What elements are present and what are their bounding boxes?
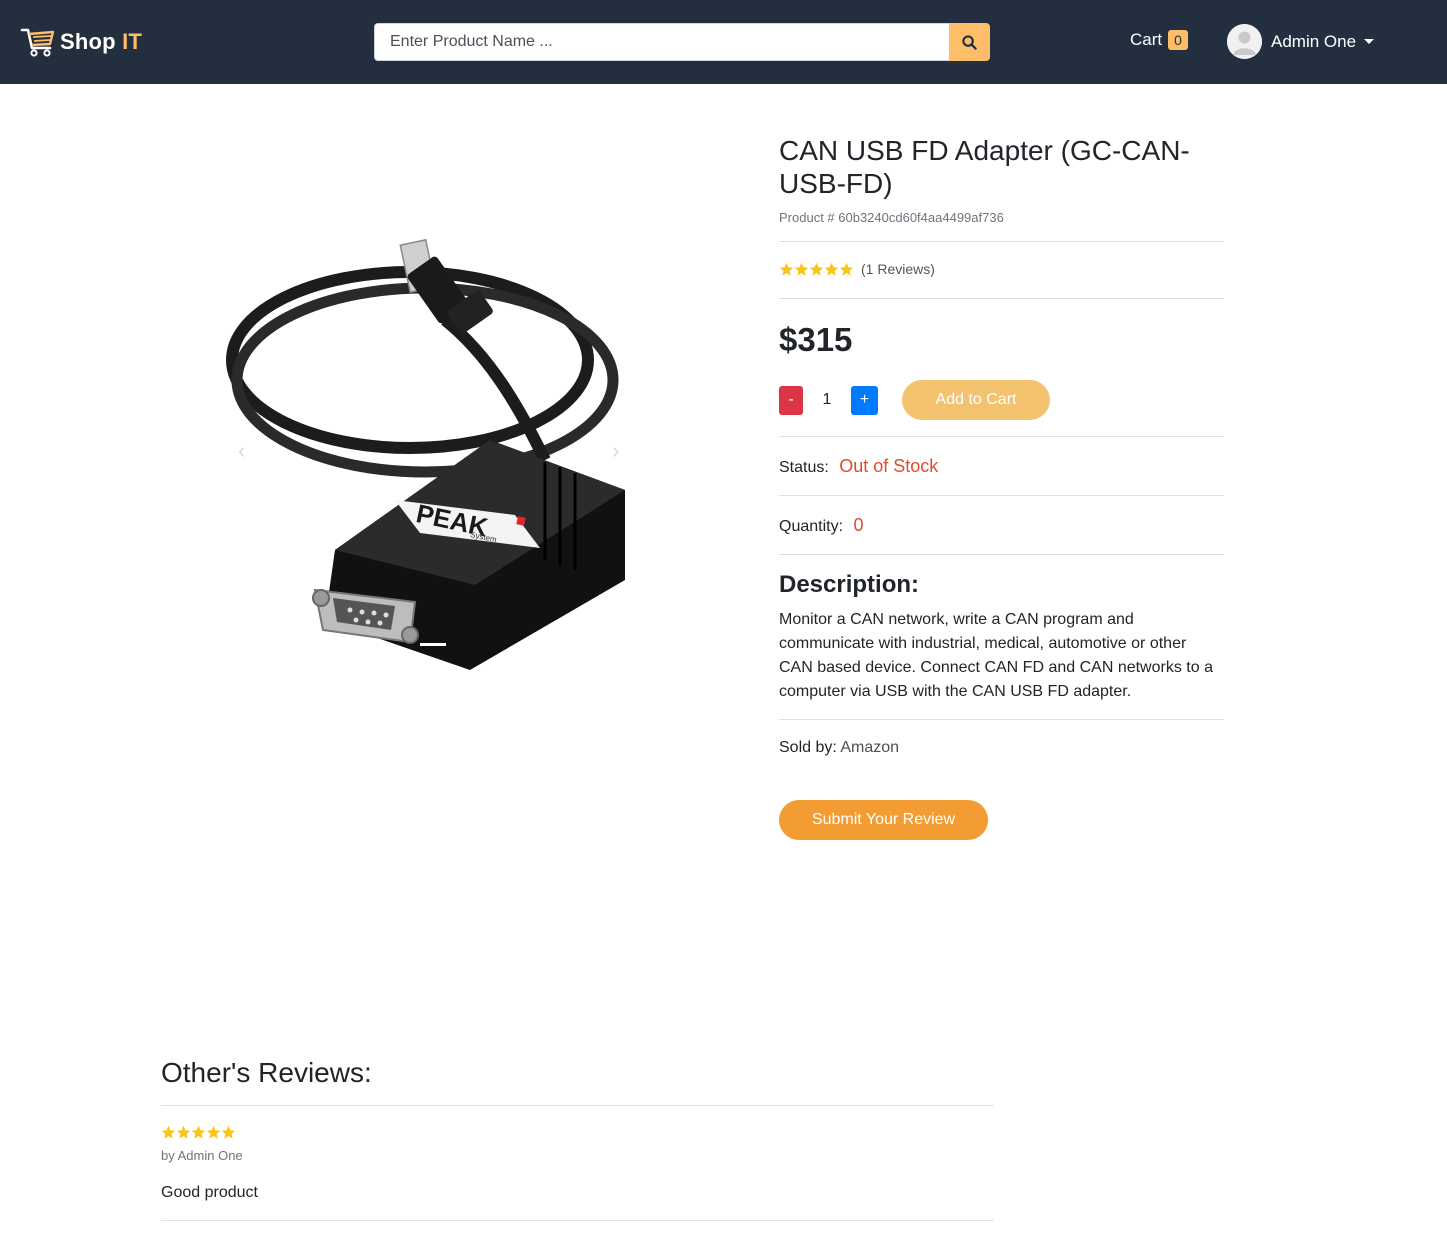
sold-by-label: Sold by: xyxy=(779,739,837,756)
product-id: Product # 60b3240cd60f4aa4499af736 xyxy=(779,210,1004,225)
star-icon xyxy=(176,1125,191,1139)
search-bar xyxy=(374,23,990,61)
star-icon xyxy=(794,262,809,276)
sold-by: Sold by: Amazon xyxy=(779,739,899,757)
user-name: Admin One xyxy=(1271,31,1357,51)
reviews-section: Other's Reviews: by Admin One Good produ… xyxy=(161,1057,994,1221)
product-details: CAN USB FD Adapter (GC-CAN-USB-FD) Produ… xyxy=(779,130,1224,840)
status-label: Status: xyxy=(779,459,829,476)
quantity-input[interactable] xyxy=(803,385,851,415)
search-input[interactable] xyxy=(374,23,949,61)
carousel-next-icon[interactable]: › xyxy=(612,438,619,464)
description-text: Monitor a CAN network, write a CAN progr… xyxy=(779,611,1213,700)
chevron-down-icon xyxy=(1364,39,1375,44)
search-icon xyxy=(962,34,977,50)
star-icon xyxy=(824,262,839,276)
increase-quantity-button[interactable]: + xyxy=(851,385,878,415)
divider xyxy=(779,554,1224,555)
review-comment: Good product xyxy=(161,1184,258,1201)
star-icon xyxy=(191,1125,206,1139)
divider xyxy=(779,298,1224,299)
user-avatar-icon xyxy=(1227,24,1262,59)
product-price: $315 xyxy=(779,321,853,358)
star-icon xyxy=(161,1125,176,1139)
star-icon xyxy=(206,1125,221,1139)
stock-quantity: Quantity: 0 xyxy=(779,515,864,536)
cart-link[interactable]: Cart 0 xyxy=(1130,30,1188,50)
description-heading: Description: xyxy=(779,571,920,598)
divider xyxy=(779,495,1224,496)
product-image: PEAK System xyxy=(226,238,625,670)
star-icon xyxy=(809,262,824,276)
review-rating-stars xyxy=(161,1125,236,1140)
rating-row: (1 Reviews) xyxy=(779,261,935,277)
carousel-prev-icon[interactable]: ‹ xyxy=(238,438,245,464)
avatar xyxy=(1227,24,1262,59)
cart-count-badge: 0 xyxy=(1168,30,1188,50)
divider xyxy=(161,1105,994,1106)
quantity-label: Quantity: xyxy=(779,518,844,535)
add-to-cart-button[interactable]: Add to Cart xyxy=(902,380,1050,420)
quantity-value: 0 xyxy=(853,515,864,535)
star-icon xyxy=(221,1125,236,1139)
quantity-stepper: - + Add to Cart xyxy=(779,380,1050,420)
product-title: CAN USB FD Adapter (GC-CAN-USB-FD) xyxy=(779,135,1190,199)
divider xyxy=(779,241,1224,242)
decrease-quantity-button[interactable]: - xyxy=(779,385,803,415)
user-menu-toggle[interactable]: Admin One xyxy=(1227,24,1375,59)
status-value: Out of Stock xyxy=(839,456,939,476)
stock-status: Status: Out of Stock xyxy=(779,456,938,477)
logo-text: Shop IT xyxy=(60,29,143,54)
review-author: by Admin One xyxy=(161,1148,243,1163)
navbar: Shop IT Cart 0 Admin One xyxy=(0,0,1447,84)
submit-review-button[interactable]: Submit Your Review xyxy=(779,800,988,840)
shopit-logo[interactable]: Shop IT xyxy=(20,24,142,60)
shopping-cart-icon xyxy=(20,28,55,57)
product-rating-stars xyxy=(779,262,854,277)
star-icon xyxy=(779,262,794,276)
divider xyxy=(779,719,1224,720)
reviews-heading: Other's Reviews: xyxy=(161,1057,372,1088)
divider xyxy=(779,436,1224,437)
seller-name: Amazon xyxy=(840,739,900,756)
star-icon xyxy=(839,262,854,276)
divider xyxy=(161,1220,994,1221)
cart-label: Cart xyxy=(1130,30,1163,49)
carousel-indicator[interactable] xyxy=(420,643,446,646)
search-button[interactable] xyxy=(949,23,990,61)
reviews-count: (1 Reviews) xyxy=(861,261,935,277)
